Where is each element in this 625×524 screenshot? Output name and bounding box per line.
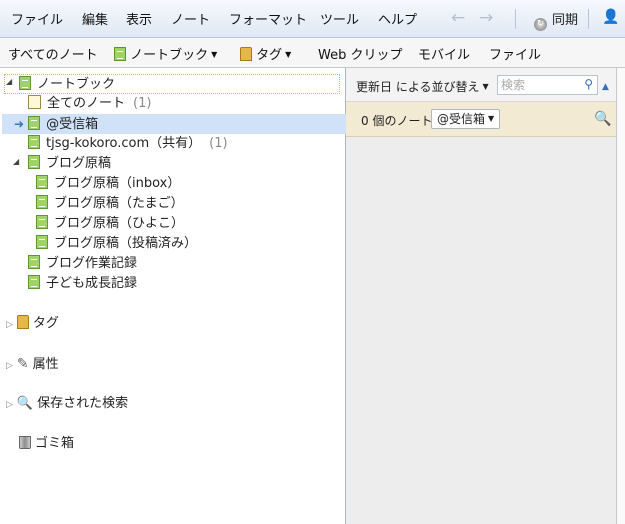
- toolbar-divider: [588, 9, 589, 29]
- notebook-icon: [28, 255, 40, 269]
- tag-icon: [16, 315, 29, 329]
- all-notes-icon: [28, 95, 41, 109]
- tree-item-blog-stack[interactable]: ブログ原稿: [28, 154, 111, 174]
- sort-bar: 更新日 による並び替え▼ ⚲ ▲: [346, 68, 616, 102]
- notebook-icon: [19, 76, 31, 90]
- toolbar-divider: [515, 9, 516, 29]
- tree-item-child-growth[interactable]: 子ども成長記録: [28, 274, 137, 294]
- mobile-button[interactable]: モバイル: [418, 44, 470, 63]
- collapse-icon[interactable]: ▲: [602, 82, 609, 92]
- expanded-triangle-icon[interactable]: ◢: [13, 157, 19, 166]
- menu-format[interactable]: フォーマット: [229, 9, 307, 28]
- notebook-filter-label: @受信箱: [437, 112, 486, 126]
- notebooks-label: ノートブック: [130, 48, 209, 63]
- magnifier-icon: 🔍: [16, 396, 34, 411]
- tree-item-blog-work[interactable]: ブログ作業記録: [28, 254, 137, 274]
- section-label: ゴミ箱: [35, 436, 75, 451]
- notebook-filter-dropdown[interactable]: @受信箱 ▼: [431, 109, 501, 129]
- collapsed-triangle-icon: ▷: [6, 320, 13, 330]
- tree-item-blog-inbox[interactable]: ブログ原稿（inbox）: [36, 174, 180, 194]
- notebook-icon: [36, 195, 48, 209]
- menu-note[interactable]: ノート: [171, 9, 210, 28]
- notebook-icon: [28, 116, 41, 130]
- chevron-down-icon: ▼: [211, 50, 218, 59]
- collapsed-triangle-icon: ▷: [6, 400, 13, 410]
- sync-label: 同期: [552, 13, 579, 28]
- notebooks-root-label: ノートブック: [37, 77, 116, 92]
- tags-button[interactable]: タグ ▼: [240, 44, 291, 63]
- tree-item-label: ブログ原稿（たまご）: [54, 196, 184, 211]
- notebook-icon: [36, 215, 48, 229]
- tree-item-label: @受信箱: [46, 117, 99, 132]
- tree-item-label: ブログ原稿（投稿済み）: [54, 236, 198, 251]
- notebooks-root[interactable]: ノートブック: [4, 74, 340, 94]
- section-trash[interactable]: ゴミ箱: [19, 434, 74, 454]
- tree-item-label: tjsg-kokoro.com（共有）: [46, 136, 202, 151]
- search-add-icon[interactable]: 🔍: [594, 111, 611, 127]
- section-saved-searches[interactable]: ▷ 🔍 保存された検索: [6, 394, 128, 414]
- tree-item-label: ブログ原稿（inbox）: [54, 176, 181, 191]
- note-count: (1): [209, 136, 228, 151]
- tag-icon: [240, 47, 252, 61]
- trash-icon: [19, 436, 31, 449]
- tree-item-shared[interactable]: tjsg-kokoro.com（共有） (1): [28, 134, 228, 154]
- sync-icon: ↻: [534, 18, 547, 31]
- file-button[interactable]: ファイル: [489, 44, 541, 63]
- main-toolbar: すべてのノート ノートブック ▼ タグ ▼ Web クリップ モバイル ファイル: [0, 38, 625, 68]
- notebook-icon: [114, 47, 126, 61]
- menu-edit[interactable]: 編集: [82, 9, 108, 28]
- notebook-icon: [36, 235, 48, 249]
- back-arrow-icon[interactable]: ←: [451, 8, 465, 28]
- notebook-icon: [28, 135, 40, 149]
- menu-bar: ファイル 編集 表示 ノート フォーマット ツール ヘルプ ← → ↻ 同期 👤: [0, 0, 625, 38]
- tree-item-blog-tamago[interactable]: ブログ原稿（たまご）: [36, 194, 184, 214]
- tree-item-label: ブログ原稿（ひよこ）: [54, 216, 185, 231]
- chevron-down-icon: ▼: [488, 114, 495, 123]
- menu-tools[interactable]: ツール: [320, 9, 359, 28]
- sort-label: 更新日 による並び替え: [356, 80, 480, 94]
- user-icon[interactable]: 👤: [602, 9, 619, 25]
- tree-item-label: 全てのノート: [47, 96, 126, 111]
- section-attributes[interactable]: ▷ ✎ 属性: [6, 354, 59, 374]
- all-notes-button[interactable]: すべてのノート: [8, 44, 98, 63]
- tree-item-label: ブログ作業記録: [46, 256, 138, 271]
- default-notebook-arrow-icon: ➜: [14, 117, 25, 131]
- menu-view[interactable]: 表示: [126, 9, 152, 28]
- notebook-icon: [28, 275, 40, 289]
- menu-file[interactable]: ファイル: [11, 9, 63, 28]
- tree-item-all-notes[interactable]: 全てのノート (1): [28, 94, 151, 114]
- notebook-info-bar: 0 個のノート @受信箱 ▼ 🔍: [346, 102, 616, 137]
- ruler-icon: ✎: [16, 356, 29, 372]
- tree-item-blog-hiyoko[interactable]: ブログ原稿（ひよこ）: [36, 214, 184, 234]
- tree-item-inbox[interactable]: ➜ @受信箱: [2, 114, 350, 134]
- chevron-down-icon: ▼: [482, 82, 489, 91]
- sync-button[interactable]: ↻ 同期: [534, 9, 578, 31]
- note-count: (1): [133, 96, 152, 111]
- tags-label: タグ: [256, 48, 283, 63]
- left-sidebar: ◢ ノートブック 全てのノート (1) ➜ @受信箱 tjsg-kokoro.com…: [0, 68, 350, 524]
- search-icon[interactable]: ⚲: [584, 77, 593, 91]
- section-tags[interactable]: ▷ タグ: [6, 314, 59, 334]
- menu-help[interactable]: ヘルプ: [378, 9, 417, 28]
- section-label: タグ: [32, 316, 59, 331]
- search-input[interactable]: [501, 77, 573, 93]
- tree-item-label: ブログ原稿: [46, 156, 112, 171]
- note-search-box: ⚲: [497, 75, 598, 95]
- forward-arrow-icon[interactable]: →: [479, 8, 493, 28]
- notebook-stack-icon: [28, 155, 40, 169]
- tree-item-blog-posted[interactable]: ブログ原稿（投稿済み）: [36, 234, 197, 254]
- tree-item-label: 子ども成長記録: [46, 276, 138, 291]
- chevron-down-icon: ▼: [285, 50, 292, 59]
- note-list-panel: 更新日 による並び替え▼ ⚲ ▲ 0 個のノート @受信箱▼ 🔍: [346, 68, 617, 524]
- editor-pane-edge: [617, 68, 625, 524]
- collapsed-triangle-icon: ▷: [6, 361, 13, 371]
- web-clip-button[interactable]: Web クリップ: [318, 44, 402, 63]
- section-label: 保存された検索: [37, 396, 129, 411]
- sort-dropdown[interactable]: 更新日 による並び替え ▼: [356, 78, 489, 95]
- note-count-label: 0 個のノート: [361, 114, 433, 128]
- notebook-icon: [36, 175, 48, 189]
- notebooks-button[interactable]: ノートブック ▼: [114, 44, 217, 63]
- section-label: 属性: [32, 357, 59, 372]
